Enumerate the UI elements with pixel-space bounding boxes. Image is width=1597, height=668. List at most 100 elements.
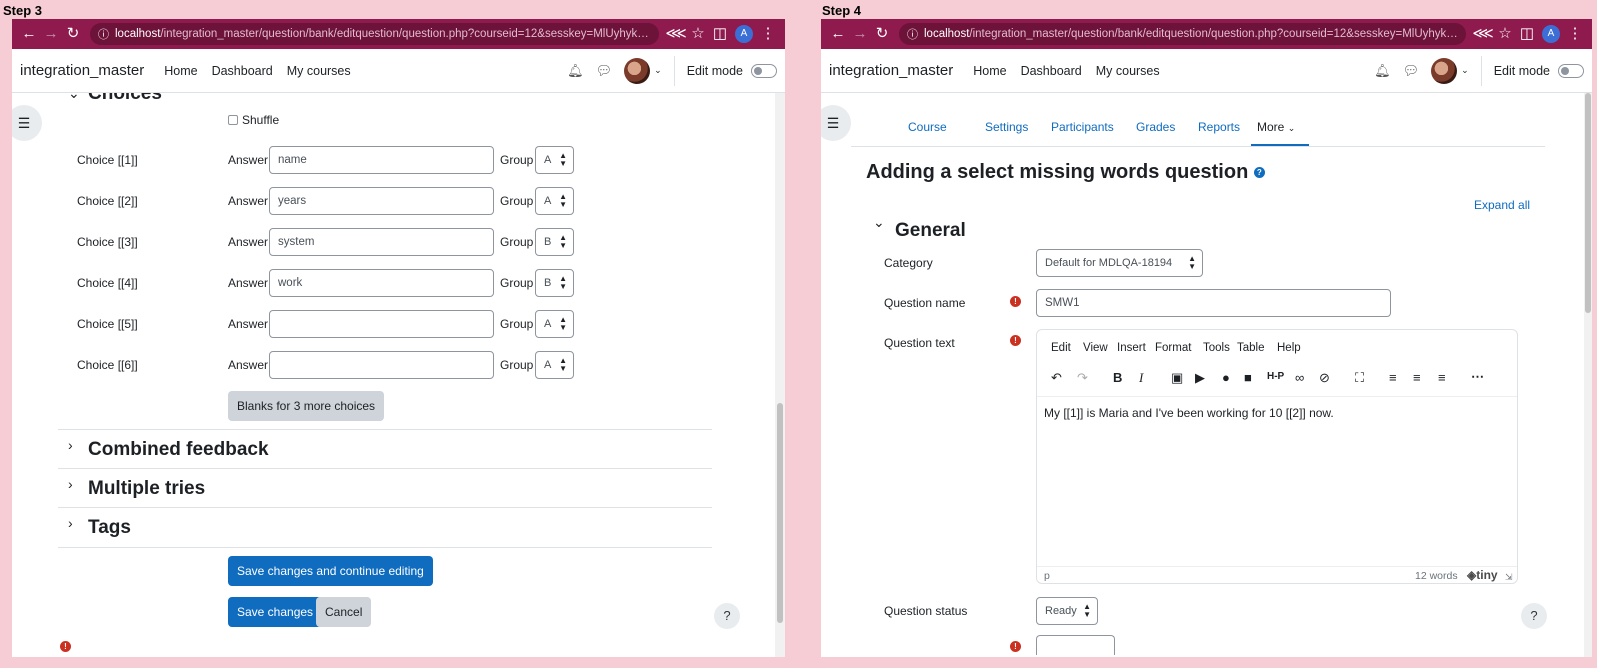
section-multiple-tries[interactable]: Multiple tries [88,478,205,500]
profile-avatar[interactable]: A [735,25,753,43]
answer-input[interactable] [269,310,494,338]
reload-icon[interactable]: ↻ [62,19,84,49]
back-icon[interactable]: ← [827,19,849,49]
scrollbar-thumb[interactable] [777,403,783,623]
site-info-icon[interactable]: ⓘ [98,26,109,42]
tab-participants[interactable]: Participants [1051,120,1114,134]
microphone-icon[interactable]: ● [1222,370,1230,385]
chat-icon[interactable]: 💬︎ [1403,63,1420,79]
section-general[interactable]: General [895,220,966,242]
italic-icon[interactable]: I [1139,370,1143,386]
scrollbar-thumb[interactable] [1585,93,1591,313]
align-left-icon[interactable]: ≡ [1389,370,1397,385]
tab-reports[interactable]: Reports [1198,120,1240,134]
blanks-more-choices-button[interactable]: Blanks for 3 more choices [228,391,385,421]
sidepanel-icon[interactable]: ◫ [709,19,731,49]
expand-all-link[interactable]: Expand all [1474,198,1530,212]
editor-menu-view[interactable]: View [1083,342,1108,354]
group-select[interactable]: B ▲ ▼ [535,228,574,256]
save-continue-button[interactable]: Save changes and continue editing [228,556,433,586]
cut-off-input[interactable] [1036,635,1115,655]
edit-mode-toggle[interactable] [751,63,777,78]
more-icon[interactable]: ⋯ [1471,369,1484,385]
help-button[interactable]: ? [714,603,740,629]
bold-icon[interactable]: B [1113,370,1122,385]
nav-dashboard[interactable]: Dashboard [212,64,273,78]
section-combined-feedback[interactable]: Combined feedback [88,439,269,461]
group-select[interactable]: A ▲ ▼ [535,310,574,338]
chevron-right-icon[interactable]: › [68,515,73,531]
site-brand[interactable]: integration_master [20,62,144,79]
editor-menu-help[interactable]: Help [1277,342,1301,354]
chat-icon[interactable]: 💬︎ [596,63,613,79]
edit-mode-toggle[interactable] [1558,63,1584,78]
chevron-down-icon[interactable]: ⌄ [654,65,662,76]
editor-element-path[interactable]: p [1044,570,1050,582]
unlink-icon[interactable]: ⊘ [1319,370,1330,386]
answer-input[interactable]: work [269,269,494,297]
editor-menu-format[interactable]: Format [1155,342,1191,354]
tab-course[interactable]: Course [908,120,947,134]
image-icon[interactable]: ▣ [1171,370,1183,386]
undo-icon[interactable]: ↶ [1051,370,1062,386]
question-status-select[interactable]: Ready ▲ ▼ [1036,597,1098,625]
editor-menu-table[interactable]: Table [1237,342,1265,354]
group-select[interactable]: A ▲ ▼ [535,187,574,215]
section-choices[interactable]: Choices [88,93,162,105]
bell-icon[interactable]: 🔔︎ [1374,63,1391,79]
nav-dashboard[interactable]: Dashboard [1021,64,1082,78]
save-button[interactable]: Save changes [228,597,323,627]
tab-grades[interactable]: Grades [1136,120,1175,134]
answer-input[interactable]: name [269,146,494,174]
browser-menu-icon[interactable]: ⋮ [757,19,779,49]
section-tags[interactable]: Tags [88,517,131,539]
editor-content[interactable]: My [[1]] is Maria and I've been working … [1044,406,1334,420]
link-icon[interactable]: ∞ [1295,370,1304,385]
editor-menu-edit[interactable]: Edit [1051,342,1071,354]
shuffle-checkbox[interactable] [228,115,238,125]
help-icon[interactable]: ? [1253,167,1265,179]
h5p-icon[interactable]: H-P [1267,371,1284,382]
address-bar[interactable]: ⓘ localhost/integration_master/question/… [90,23,659,45]
site-brand[interactable]: integration_master [829,62,953,79]
back-icon[interactable]: ← [18,19,40,49]
nav-home[interactable]: Home [164,64,197,78]
star-icon[interactable]: ☆ [1494,19,1516,49]
nav-home[interactable]: Home [973,64,1006,78]
user-avatar[interactable] [624,57,651,84]
answer-input[interactable]: system [269,228,494,256]
profile-avatar[interactable]: A [1542,25,1560,43]
bell-icon[interactable]: 🔔︎ [567,63,584,79]
site-info-icon[interactable]: ⓘ [907,26,918,42]
nav-my-courses[interactable]: My courses [1096,64,1160,78]
chevron-down-icon[interactable]: ⌄ [68,93,80,102]
share-icon[interactable]: ⋘ [665,19,687,49]
question-name-input[interactable]: SMW1 [1036,289,1391,317]
share-icon[interactable]: ⋘ [1472,19,1494,49]
group-select[interactable]: A ▲ ▼ [535,146,574,174]
user-avatar[interactable] [1431,57,1458,84]
chevron-down-icon[interactable]: ⌄ [1461,65,1469,76]
help-button[interactable]: ? [1521,603,1547,629]
scrollbar[interactable] [775,93,785,657]
category-select[interactable]: Default for MDLQA-18194 ▲ ▼ [1036,249,1203,277]
align-center-icon[interactable]: ≡ [1413,370,1421,385]
tab-more[interactable]: More ⌄ [1257,120,1295,134]
media-icon[interactable]: ▶ [1195,370,1205,386]
align-right-icon[interactable]: ≡ [1438,370,1446,385]
reload-icon[interactable]: ↻ [871,19,893,49]
course-index-icon[interactable]: ☰ [12,105,42,141]
word-count[interactable]: 12 words [1415,570,1458,582]
answer-input[interactable]: years [269,187,494,215]
forward-icon[interactable]: → [40,19,62,49]
cancel-button[interactable]: Cancel [316,597,372,627]
redo-icon[interactable]: ↷ [1077,370,1088,386]
chevron-right-icon[interactable]: › [68,476,73,492]
star-icon[interactable]: ☆ [687,19,709,49]
group-select[interactable]: A ▲ ▼ [535,351,574,379]
scrollbar[interactable] [1584,93,1592,657]
editor-menu-tools[interactable]: Tools [1203,342,1230,354]
forward-icon[interactable]: → [849,19,871,49]
chevron-right-icon[interactable]: › [68,437,73,453]
tab-settings[interactable]: Settings [985,120,1028,134]
